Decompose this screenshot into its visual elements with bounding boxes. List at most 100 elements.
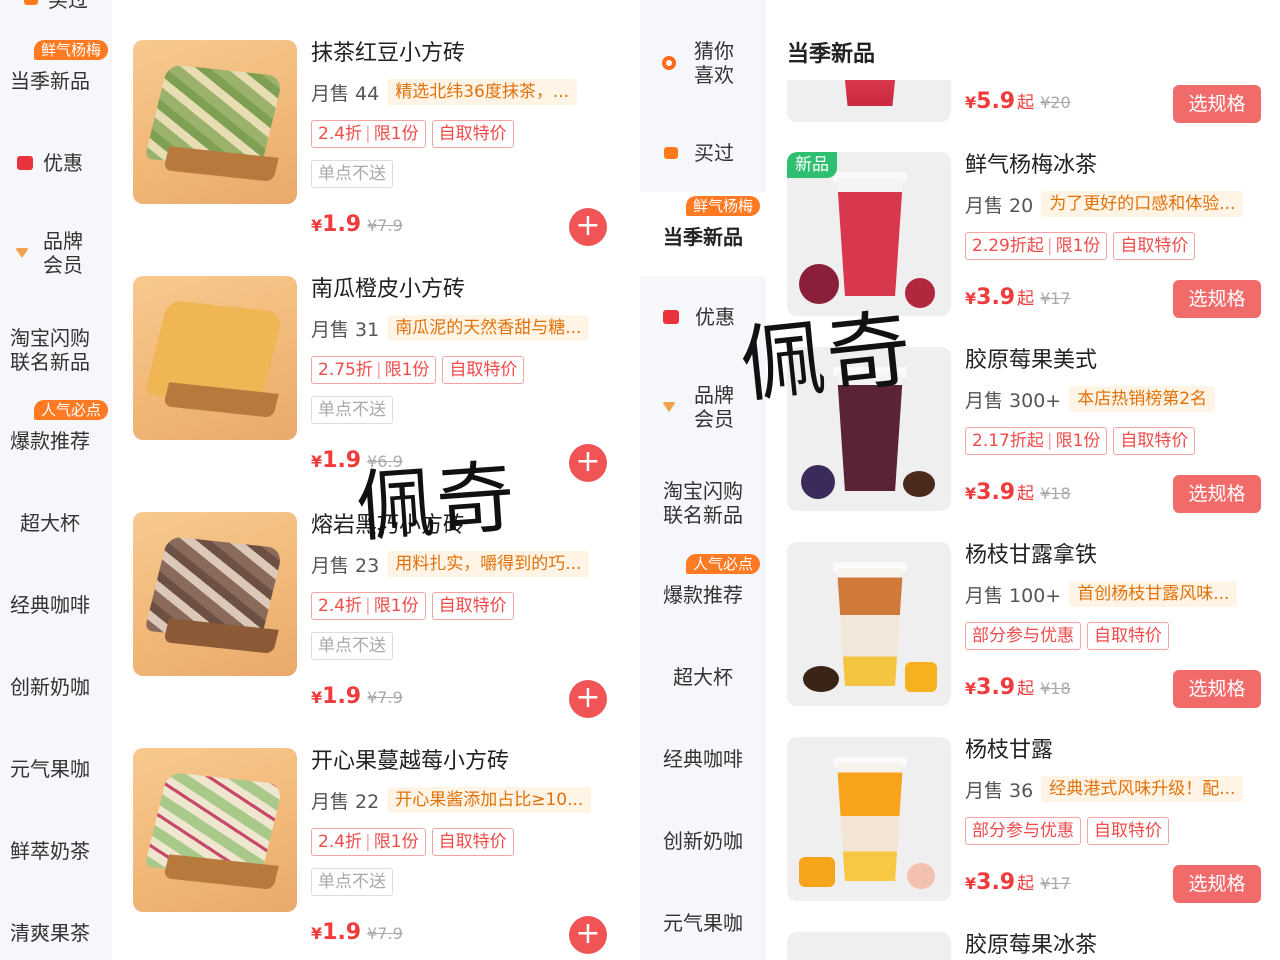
sidebar-item-collab[interactable]: 淘宝闪购联名新品 xyxy=(640,478,766,528)
new-badge: 新品 xyxy=(787,152,837,178)
left-screenshot: 买过 鲜气杨梅 当季新品 优惠 品牌会员 淘宝闪购联名新品 人气必点 爆款推荐 … xyxy=(0,0,640,960)
select-spec-button[interactable]: 选规格 xyxy=(1173,865,1261,903)
product-description: 本店热销榜第2名 xyxy=(1069,386,1216,412)
pickup-tag: 自取特价 xyxy=(1087,817,1169,845)
no-delivery-tag: 单点不送 xyxy=(311,868,393,896)
price: 3.9 xyxy=(976,480,1016,505)
select-spec-button[interactable]: 选规格 xyxy=(1173,475,1261,513)
sidebar-item-membership[interactable]: 品牌会员 xyxy=(0,228,100,278)
product-card[interactable]: 杨枝甘露 月售 36 经典港式风味升级！配... 部分参与优惠 自取特价 ¥3.9 起… xyxy=(787,737,1267,907)
price-row: ¥3.9 起 ¥18 xyxy=(965,675,1071,700)
coupon-icon xyxy=(17,156,33,170)
select-spec-button[interactable]: 选规格 xyxy=(1173,85,1261,123)
product-image[interactable] xyxy=(133,748,297,912)
original-price: ¥7.9 xyxy=(367,688,403,707)
product-name: 杨枝甘露拿铁 xyxy=(965,543,1098,568)
price: 5.9 xyxy=(976,89,1016,114)
add-to-cart-button[interactable]: + xyxy=(569,208,607,246)
product-name: 南瓜橙皮小方砖 xyxy=(311,277,466,302)
product-image[interactable] xyxy=(787,542,951,706)
product-card[interactable]: 杨枝甘露拿铁 月售 100+ 首创杨枝甘露风味... 部分参与优惠 自取特价 ¥3.… xyxy=(787,542,1267,712)
sidebar-item-discount[interactable]: 优惠 xyxy=(0,148,100,178)
discount-tag: 2.4折 | 限1份 xyxy=(311,592,426,620)
original-price: ¥18 xyxy=(1040,484,1071,503)
price: 3.9 xyxy=(976,285,1016,310)
price-row: ¥3.9 起 ¥17 xyxy=(965,285,1071,310)
monthly-sales: 月售 31 xyxy=(311,318,380,341)
pickup-tag: 自取特价 xyxy=(431,120,514,148)
diamond-icon xyxy=(662,402,676,412)
sidebar-item-guess[interactable]: 猜你喜欢 xyxy=(640,36,758,90)
product-image[interactable] xyxy=(133,276,297,440)
original-price: ¥20 xyxy=(1040,93,1071,112)
monthly-sales: 月售 20 xyxy=(965,194,1034,217)
product-description: 南瓜泥的天然香甜与糖... xyxy=(387,315,590,341)
product-name: 鲜气杨梅冰茶 xyxy=(965,153,1098,178)
price: 1.9 xyxy=(322,212,362,237)
product-image[interactable] xyxy=(133,512,297,676)
sidebar-item-large-cup[interactable]: 超大杯 xyxy=(0,508,100,538)
sidebar-item-classic-coffee[interactable]: 经典咖啡 xyxy=(0,590,100,620)
price-row: ¥1.9 ¥7.9 xyxy=(311,212,403,237)
sidebar-item-collab[interactable]: 淘宝闪购联名新品 xyxy=(0,325,100,375)
add-to-cart-button[interactable]: + xyxy=(569,680,607,718)
select-spec-button[interactable]: 选规格 xyxy=(1173,280,1261,318)
target-icon xyxy=(662,56,676,70)
product-image[interactable] xyxy=(787,80,951,122)
bag-icon xyxy=(24,0,38,5)
discount-tag: 部分参与优惠 xyxy=(965,622,1081,650)
select-spec-button[interactable]: 选规格 xyxy=(1173,670,1261,708)
product-description: 用料扎实，嚼得到的巧... xyxy=(387,551,590,577)
product-name: 抹茶红豆小方砖 xyxy=(311,41,466,66)
product-image[interactable] xyxy=(787,737,951,901)
monthly-sales: 月售 100+ xyxy=(965,584,1062,607)
monthly-sales: 月售 300+ xyxy=(965,389,1062,412)
bag-icon xyxy=(664,147,678,159)
promo-badge: 鲜气杨梅 xyxy=(34,40,109,60)
add-to-cart-button[interactable]: + xyxy=(569,916,607,954)
promo-badge: 鲜气杨梅 xyxy=(686,196,761,216)
sidebar-item-fruit-coffee[interactable]: 元气果咖 xyxy=(640,908,766,938)
price: 1.9 xyxy=(322,920,362,945)
product-card[interactable]: ¥5.9 起 ¥20 选规格 xyxy=(787,80,1267,124)
discount-tag: 2.75折 | 限1份 xyxy=(311,356,437,384)
sidebar-item-seasonal[interactable]: 当季新品 xyxy=(640,222,766,252)
sidebar-item-fruit-tea[interactable]: 清爽果茶 xyxy=(0,918,100,948)
price-row: ¥1.9 ¥7.9 xyxy=(311,920,403,945)
section-title: 当季新品 xyxy=(787,42,876,67)
no-delivery-tag: 单点不送 xyxy=(311,160,393,188)
sidebar-item-classic-coffee[interactable]: 经典咖啡 xyxy=(640,744,766,774)
no-delivery-tag: 单点不送 xyxy=(311,396,393,424)
sidebar-item-hot[interactable]: 爆款推荐 xyxy=(0,426,100,456)
watermark-text: 佩奇 xyxy=(353,452,520,554)
product-card[interactable]: 抹茶红豆小方砖 月售 44 精选北纬36度抹茶，... 2.4折 | 限1份 自取特价 … xyxy=(133,40,613,250)
sidebar-item-bought[interactable]: 买过 xyxy=(0,0,112,12)
price-row: ¥1.9 ¥7.9 xyxy=(311,684,403,709)
product-image[interactable] xyxy=(787,932,951,960)
original-price: ¥17 xyxy=(1040,289,1071,308)
sidebar-item-milk-coffee[interactable]: 创新奶咖 xyxy=(0,672,100,702)
product-description: 开心果酱添加占比≥10... xyxy=(387,787,592,813)
product-image[interactable] xyxy=(133,40,297,204)
sidebar-item-milk-coffee[interactable]: 创新奶咖 xyxy=(640,826,766,856)
category-sidebar: 猜你喜欢 买过 鲜气杨梅 当季新品 优惠 品牌会员 淘宝闪购联名新品 人气必点 … xyxy=(640,0,766,960)
sidebar-item-bought[interactable]: 买过 xyxy=(640,138,758,168)
pickup-tag: 自取特价 xyxy=(1087,622,1169,650)
price: 3.9 xyxy=(976,870,1016,895)
pickup-tag: 自取特价 xyxy=(431,828,514,856)
discount-tag: 2.17折起 | 限1份 xyxy=(965,427,1108,455)
monthly-sales: 月售 22 xyxy=(311,790,380,813)
sidebar-item-membership[interactable]: 品牌会员 xyxy=(640,382,758,432)
original-price: ¥7.9 xyxy=(367,216,403,235)
sidebar-item-fruit-coffee[interactable]: 元气果咖 xyxy=(0,754,100,784)
sidebar-item-hot[interactable]: 爆款推荐 xyxy=(640,580,766,610)
product-description: 精选北纬36度抹茶，... xyxy=(387,79,578,105)
product-card[interactable]: 胶原莓果冰茶 xyxy=(787,932,1267,960)
product-description: 经典港式风味升级！配... xyxy=(1041,776,1244,802)
discount-tag: 部分参与优惠 xyxy=(965,817,1081,845)
sidebar-item-large-cup[interactable]: 超大杯 xyxy=(640,662,766,692)
add-to-cart-button[interactable]: + xyxy=(569,444,607,482)
sidebar-item-milk-tea[interactable]: 鲜萃奶茶 xyxy=(0,836,100,866)
sidebar-item-seasonal[interactable]: 当季新品 xyxy=(0,66,100,96)
product-card[interactable]: 开心果蔓越莓小方砖 月售 22 开心果酱添加占比≥10... 2.4折 | 限1份 自取… xyxy=(133,748,613,958)
